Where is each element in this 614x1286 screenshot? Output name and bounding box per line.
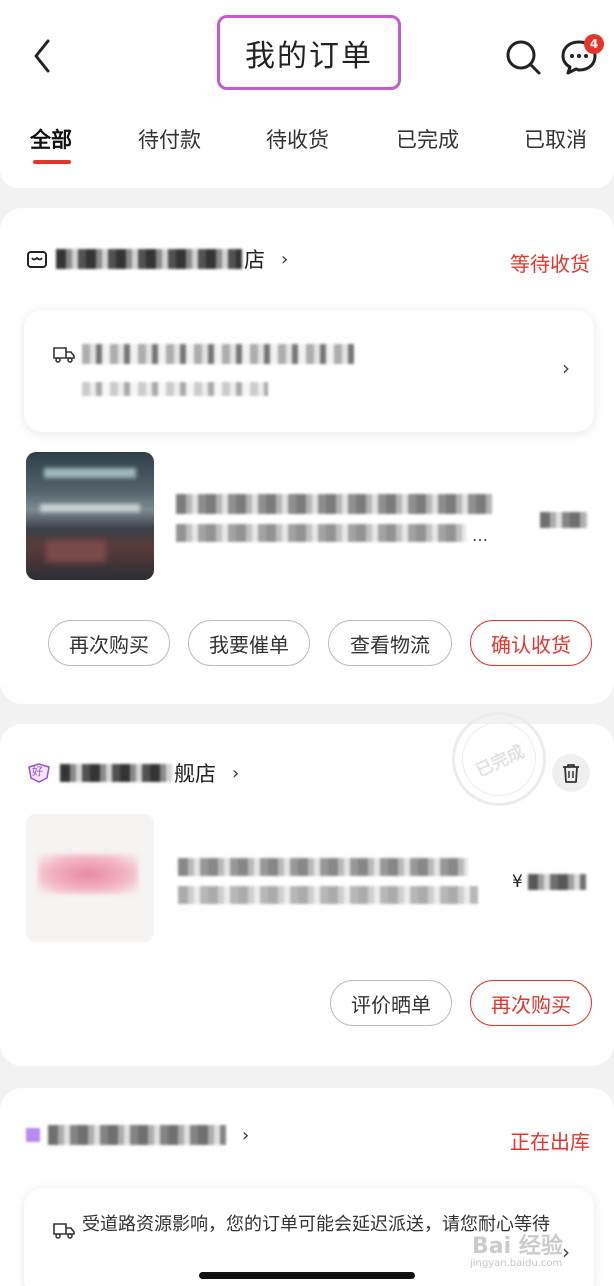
trash-icon — [563, 764, 579, 783]
order-status: 等待收货 — [510, 252, 590, 276]
product-title-ellipsis: … — [472, 526, 488, 545]
back-button[interactable] — [26, 36, 58, 76]
thumbnail-detail — [44, 468, 136, 478]
store-link[interactable]: › — [26, 1118, 249, 1152]
product-thumbnail[interactable] — [26, 814, 154, 942]
chevron-right-icon: › — [232, 762, 240, 784]
price-redacted — [540, 512, 588, 528]
store-name-redacted — [48, 1125, 226, 1145]
baidu-watermark: Bai 经验 — [472, 1234, 563, 1259]
message-count-badge: 4 — [584, 34, 604, 54]
chevron-right-icon: › — [281, 248, 289, 270]
chevron-right-icon: › — [242, 1124, 250, 1146]
product-title-redacted — [178, 858, 468, 876]
header: 我的订单 4 全部 待付款 待收货 已完成 已取消 — [0, 0, 614, 188]
view-logistics-button[interactable]: 查看物流 — [328, 620, 452, 666]
tab-pending-receipt[interactable]: 待收货 — [266, 124, 329, 154]
search-button[interactable] — [502, 36, 544, 78]
chevron-left-icon — [34, 39, 50, 73]
completed-stamp: 已完成 — [449, 709, 549, 809]
truck-icon — [53, 347, 75, 363]
store-link[interactable]: 好 舰店 › — [26, 756, 239, 790]
logistics-panel[interactable]: › — [24, 310, 594, 432]
logistics-time-redacted — [82, 382, 268, 396]
logistics-status-redacted — [82, 344, 354, 364]
truck-icon — [53, 1223, 75, 1239]
price-redacted — [528, 874, 586, 890]
buy-again-button[interactable]: 再次购买 — [48, 620, 170, 666]
store-name-suffix: 舰店 — [174, 762, 216, 786]
store-link[interactable]: 店 › — [26, 242, 288, 276]
page-title: 我的订单 — [245, 38, 373, 74]
price-symbol: ¥ — [512, 872, 523, 892]
tab-completed[interactable]: 已完成 — [396, 124, 459, 154]
store-icon — [27, 251, 47, 268]
home-indicator — [199, 1272, 415, 1279]
thumbnail-detail — [46, 540, 106, 562]
thumbnail-detail — [38, 854, 138, 894]
tab-pending-payment[interactable]: 待付款 — [138, 124, 201, 154]
order-card[interactable]: 店 › 等待收货 › … 再次购买 我要催单 查看物流 确认收货 — [0, 208, 614, 704]
active-tab-indicator — [33, 160, 71, 164]
order-tabs: 全部 待付款 待收货 已完成 已取消 — [0, 124, 614, 164]
product-thumbnail[interactable] — [26, 452, 154, 580]
product-spec-redacted — [178, 886, 478, 904]
chevron-right-icon: › — [562, 356, 570, 380]
buy-again-button[interactable]: 再次购买 — [470, 980, 592, 1026]
page-title-box: 我的订单 — [217, 15, 401, 90]
store-name-suffix: 店 — [244, 248, 265, 272]
good-store-badge-label: 好 — [32, 765, 43, 778]
confirm-receipt-button[interactable]: 确认收货 — [470, 620, 592, 666]
product-title-redacted — [176, 494, 492, 514]
tab-cancelled[interactable]: 已取消 — [524, 124, 587, 154]
tab-all[interactable]: 全部 — [30, 124, 72, 154]
urge-order-button[interactable]: 我要催单 — [188, 620, 310, 666]
store-name-redacted — [56, 249, 242, 269]
thumbnail-detail — [40, 504, 140, 512]
order-status: 正在出库 — [510, 1130, 590, 1154]
completed-stamp-text: 已完成 — [472, 741, 528, 782]
review-button[interactable]: 评价晒单 — [330, 980, 452, 1026]
search-icon — [506, 40, 541, 75]
store-name-redacted — [60, 764, 172, 782]
delete-order-button[interactable] — [552, 754, 590, 792]
chevron-right-icon: › — [562, 1240, 570, 1264]
baidu-watermark-url: jingyan.baidu.com — [470, 1258, 563, 1269]
store-icon — [26, 1128, 40, 1142]
product-spec-redacted — [176, 524, 466, 542]
